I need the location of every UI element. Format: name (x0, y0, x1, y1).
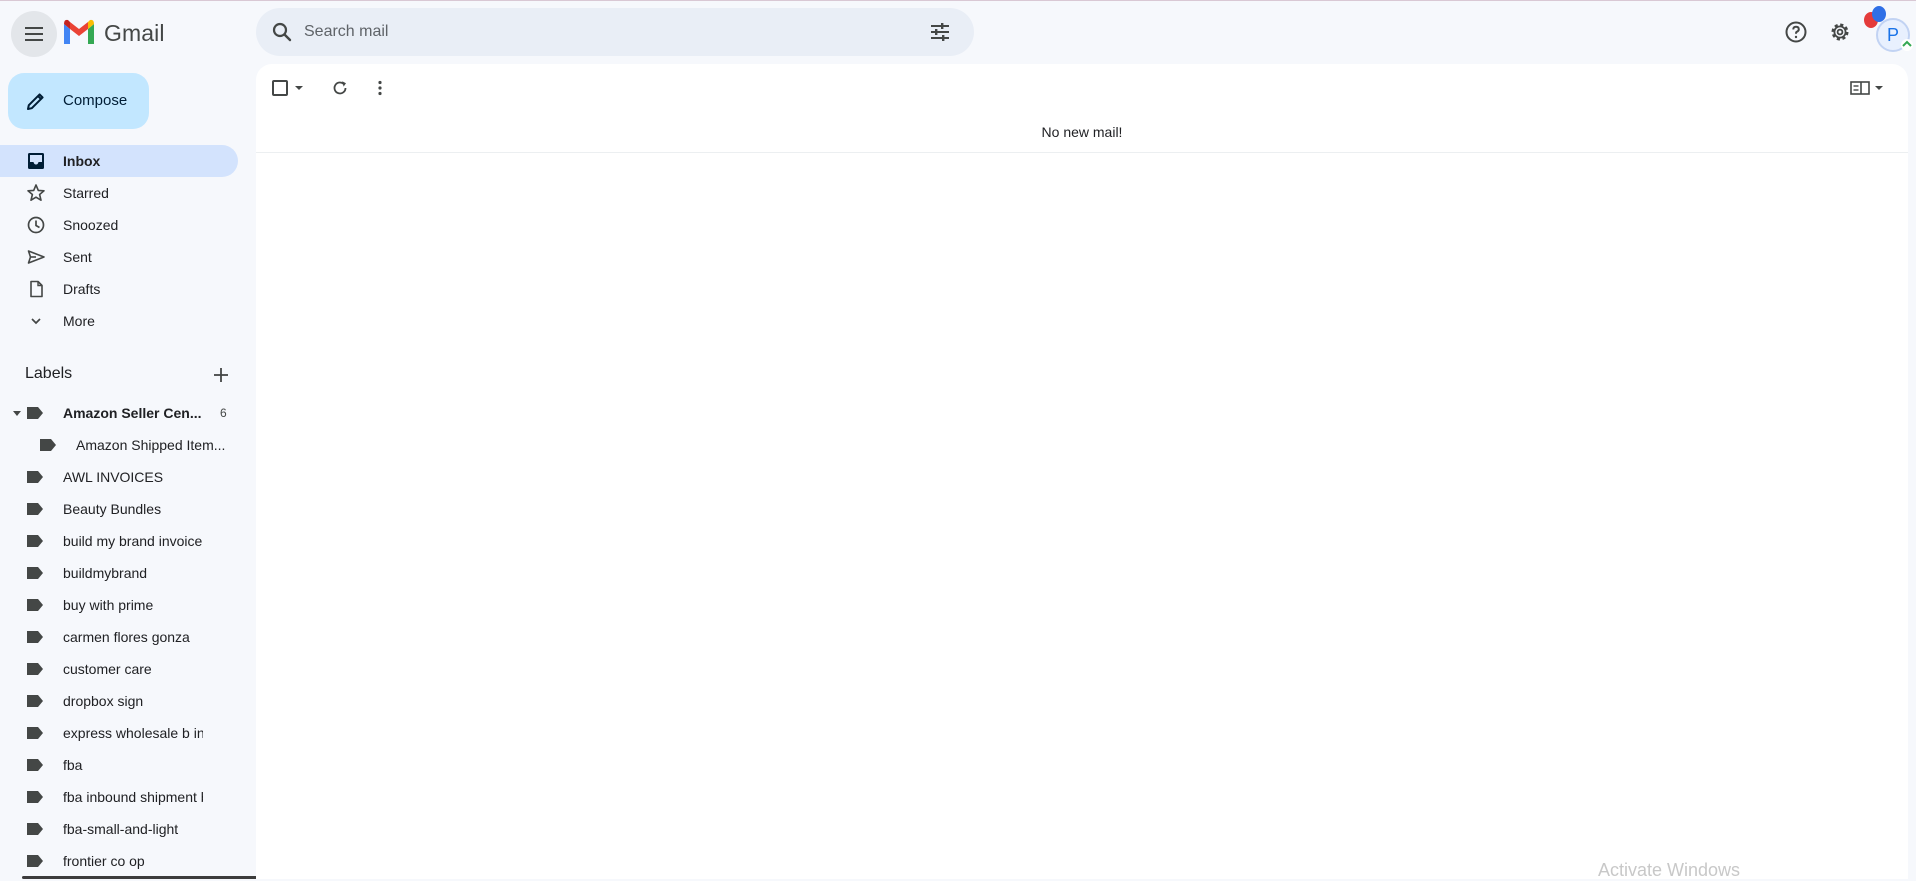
split-pane-caret-icon[interactable] (1874, 85, 1884, 91)
unread-count: 6 (220, 406, 227, 420)
label-tag-icon (27, 535, 43, 547)
split-pane-icon[interactable] (1850, 79, 1870, 97)
search-bar (256, 8, 974, 56)
label-name: fba-small-and-light (63, 821, 179, 837)
label-tag-icon (40, 439, 56, 451)
label-name: Amazon Shipped Item... (76, 437, 226, 453)
label-item[interactable]: fba (0, 749, 238, 781)
label-item[interactable]: fba-small-and-light (0, 813, 238, 845)
plus-icon[interactable] (210, 364, 232, 386)
search-input[interactable] (298, 8, 898, 56)
label-tag-icon (27, 727, 43, 739)
label-name: customer care (63, 661, 152, 677)
label-name: fba inbound shipment b... (63, 789, 203, 805)
refresh-icon[interactable] (330, 78, 350, 98)
label-tag-icon (27, 695, 43, 707)
sidebar-item-label: Starred (63, 185, 109, 201)
label-item[interactable]: buy with prime (0, 589, 238, 621)
sidebar-item-snoozed[interactable]: Snoozed (0, 209, 238, 241)
sidebar-item-sent[interactable]: Sent (0, 241, 238, 273)
send-icon (27, 250, 45, 264)
labels-heading: Labels (25, 365, 73, 382)
sidebar-item-label: Snoozed (63, 217, 119, 233)
sync-badge-icon (1901, 39, 1913, 51)
sidebar-item-starred[interactable]: Starred (0, 177, 238, 209)
label-item[interactable]: dropbox sign (0, 685, 238, 717)
sidebar-item-label: Inbox (63, 153, 101, 169)
label-name: express wholesale b inv... (63, 725, 203, 741)
main-menu-button[interactable] (11, 11, 57, 57)
label-name: Beauty Bundles (63, 501, 162, 517)
label-name: dropbox sign (63, 693, 144, 709)
label-tag-icon (27, 599, 43, 611)
clock-icon (27, 216, 45, 234)
activate-windows-watermark: Activate Windows (1598, 860, 1741, 880)
label-name: fba (63, 757, 83, 773)
header: Gmail P (0, 0, 1916, 64)
labels-list: Amazon Seller Cen... 6 Amazon Shipped It… (0, 397, 256, 877)
label-item[interactable]: carmen flores gonza (0, 621, 238, 653)
draft-file-icon (30, 280, 43, 298)
star-icon (27, 184, 45, 201)
label-tag-icon (27, 567, 43, 579)
label-name: carmen flores gonza (63, 629, 190, 645)
compose-button[interactable]: Compose (8, 73, 149, 129)
app-name[interactable]: Gmail (104, 20, 165, 47)
search-options-icon[interactable] (928, 20, 952, 44)
label-item[interactable]: express wholesale b inv... (0, 717, 238, 749)
mail-toolbar (256, 64, 1908, 112)
inbox-icon (28, 153, 44, 169)
mail-list-panel: No new mail! (256, 64, 1908, 879)
divider (256, 152, 1908, 153)
sidebar-item-more[interactable]: More (0, 305, 238, 337)
label-tag-icon (27, 631, 43, 643)
label-item[interactable]: Amazon Seller Cen... 6 (0, 397, 238, 429)
caret-down-icon[interactable] (12, 408, 22, 418)
label-name: buildmybrand (63, 565, 148, 581)
label-name: buy with prime (63, 597, 154, 613)
pencil-icon (27, 93, 44, 110)
label-tag-icon (27, 855, 43, 867)
label-name: Amazon Seller Cen... (63, 405, 202, 421)
select-caret-icon[interactable] (294, 85, 304, 91)
label-item[interactable]: buildmybrand (0, 557, 238, 589)
sidebar-item-label: Drafts (63, 281, 101, 297)
gmail-logo-icon[interactable] (62, 18, 96, 46)
empty-inbox-message: No new mail! (1041, 124, 1123, 140)
search-icon[interactable] (270, 20, 294, 44)
label-tag-icon (27, 823, 43, 835)
label-name: frontier co op (63, 853, 145, 869)
label-item[interactable]: fba inbound shipment b... (0, 781, 238, 813)
label-tag-icon (27, 471, 43, 483)
label-tag-icon (27, 759, 43, 771)
label-name: build my brand invoice (63, 533, 203, 549)
label-item[interactable]: frontier co op (0, 845, 238, 877)
label-tag-icon (27, 503, 43, 515)
label-item[interactable]: customer care (0, 653, 238, 685)
sidebar-nav: Inbox Starred Snoozed Sent Drafts More (0, 145, 256, 337)
select-all-checkbox[interactable] (272, 80, 288, 96)
label-tag-icon (27, 663, 43, 675)
label-item[interactable]: Amazon Shipped Item... (0, 429, 238, 461)
sidebar-item-label: Sent (63, 249, 92, 265)
hamburger-icon (25, 27, 43, 41)
more-vert-icon[interactable] (370, 78, 390, 98)
sidebar-item-drafts[interactable]: Drafts (0, 273, 238, 305)
account-button[interactable]: P (1862, 4, 1916, 54)
chevron-down-icon (31, 318, 41, 325)
help-icon[interactable] (1784, 20, 1808, 44)
settings-gear-icon[interactable] (1828, 20, 1852, 44)
label-item[interactable]: build my brand invoice (0, 525, 238, 557)
label-item[interactable]: Beauty Bundles (0, 493, 238, 525)
sidebar-item-inbox[interactable]: Inbox (0, 145, 238, 177)
sidebar-item-label: More (63, 313, 95, 329)
label-name: AWL INVOICES (63, 469, 164, 485)
label-tag-icon (27, 791, 43, 803)
label-item[interactable]: AWL INVOICES (0, 461, 238, 493)
label-tag-icon (27, 407, 43, 419)
compose-label: Compose (63, 92, 128, 109)
